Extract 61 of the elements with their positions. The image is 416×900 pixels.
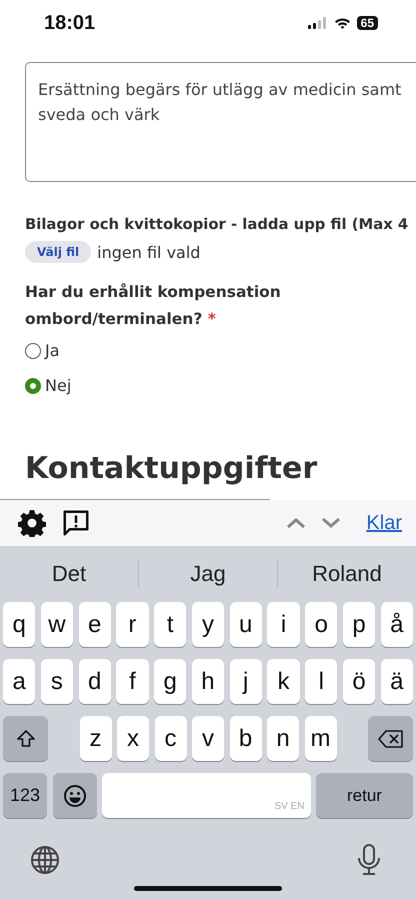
letter-key[interactable]: k xyxy=(267,659,300,704)
letter-key[interactable]: z xyxy=(80,716,112,761)
file-status: ingen fil vald xyxy=(97,242,200,262)
letter-key[interactable]: å xyxy=(380,602,413,647)
backspace-key[interactable] xyxy=(368,716,413,761)
backspace-icon xyxy=(378,728,404,748)
letter-key[interactable]: i xyxy=(267,602,300,647)
letter-key[interactable]: j xyxy=(230,659,262,704)
letter-key[interactable]: r xyxy=(116,602,149,647)
letter-key[interactable]: y xyxy=(192,602,224,647)
letter-key[interactable]: d xyxy=(78,659,111,704)
letter-key[interactable]: m xyxy=(304,716,336,761)
wifi-icon xyxy=(334,17,351,29)
status-time: 18:01 xyxy=(44,12,96,34)
return-key[interactable]: retur xyxy=(316,773,413,818)
letter-key[interactable]: ö xyxy=(342,659,376,704)
letter-key[interactable]: p xyxy=(342,602,376,647)
next-field-icon[interactable] xyxy=(321,517,342,529)
letter-key[interactable]: g xyxy=(154,659,186,704)
settings-icon[interactable] xyxy=(18,509,46,537)
shift-icon xyxy=(16,728,36,748)
radio-label[interactable]: Nej xyxy=(45,376,72,395)
letter-key[interactable]: n xyxy=(267,716,299,761)
letter-key[interactable]: u xyxy=(230,602,262,647)
letter-key[interactable]: ä xyxy=(380,659,413,704)
shift-key[interactable] xyxy=(3,716,48,761)
section-heading: Kontaktuppgifter xyxy=(25,450,318,488)
letter-key[interactable]: s xyxy=(40,659,74,704)
letter-key[interactable]: o xyxy=(305,602,338,647)
letter-key[interactable]: b xyxy=(230,716,262,761)
letter-key[interactable]: t xyxy=(154,602,186,647)
field-label: Bilagor och kvittokopior - ladda upp fil (Max 4 xyxy=(25,215,410,235)
word-suggestion[interactable]: Roland xyxy=(278,561,416,587)
radio-label[interactable]: Ja xyxy=(45,341,60,360)
previous-field-icon[interactable] xyxy=(286,517,306,529)
letter-key[interactable]: h xyxy=(192,659,224,704)
emoji-key[interactable] xyxy=(52,773,96,818)
battery-level: 65 xyxy=(356,16,378,30)
letter-key[interactable]: a xyxy=(3,659,36,704)
done-link[interactable]: Klar xyxy=(366,512,402,534)
letter-key[interactable]: q xyxy=(3,602,36,647)
question-label: Har du erhållit kompensation ombord/terminalen? * xyxy=(25,282,282,330)
letter-key[interactable]: v xyxy=(192,716,224,761)
letter-key[interactable]: x xyxy=(117,716,149,761)
claim-text-area[interactable]: Ersättning begärs för utlägg av medicin samt sveda och värk xyxy=(25,62,416,182)
word-suggestion[interactable]: Jag xyxy=(139,561,277,587)
word-suggestion[interactable]: Det xyxy=(0,561,138,587)
feedback-icon[interactable] xyxy=(61,508,91,538)
radio-button[interactable] xyxy=(25,342,41,358)
letter-key[interactable]: l xyxy=(305,659,338,704)
choose-file-button[interactable]: Välj fil xyxy=(25,241,92,263)
emoji-icon xyxy=(62,784,86,808)
letter-key[interactable]: f xyxy=(116,659,149,704)
letter-key[interactable]: w xyxy=(40,602,74,647)
letter-key[interactable]: c xyxy=(154,716,186,761)
numbers-key[interactable]: 123 xyxy=(3,773,47,818)
radio-button[interactable] xyxy=(25,378,41,394)
signal-icon xyxy=(308,17,328,29)
microphone-icon[interactable] xyxy=(357,844,381,876)
globe-icon[interactable] xyxy=(30,845,60,875)
letter-key[interactable]: e xyxy=(78,602,111,647)
